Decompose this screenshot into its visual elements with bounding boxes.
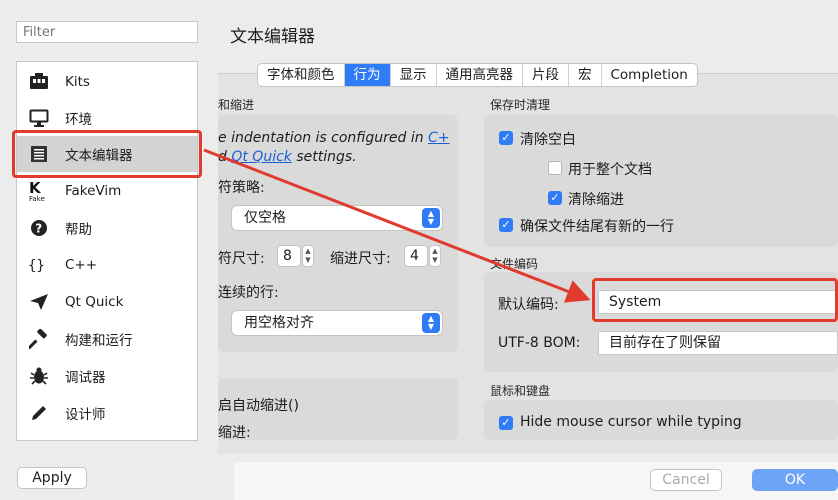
annotation-arrow [203,148,591,303]
